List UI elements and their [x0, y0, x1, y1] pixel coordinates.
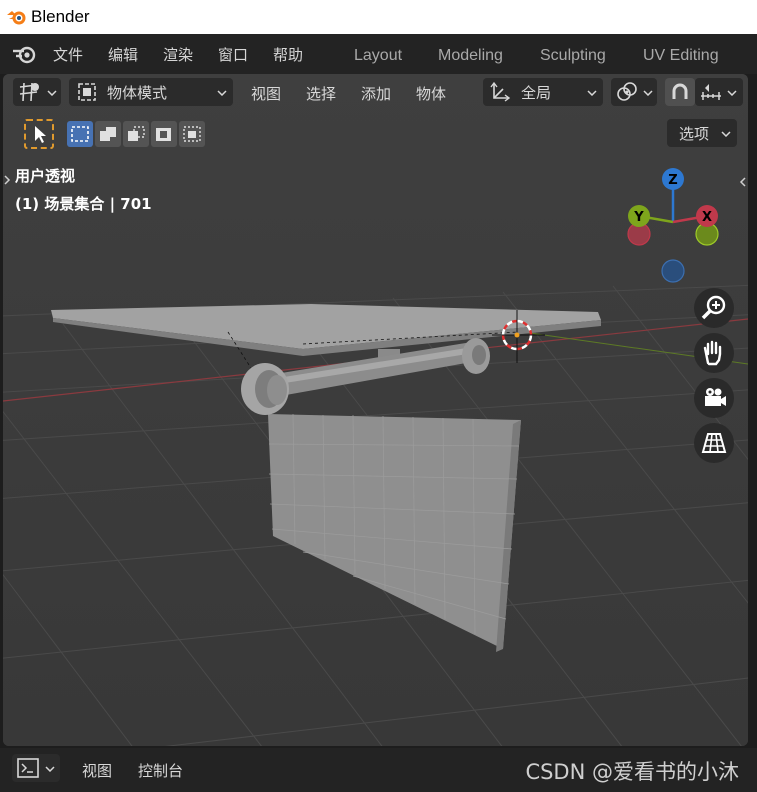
top-menubar: 文件 编辑 渲染 窗口 帮助 Layout Modeling Sculpting…	[0, 34, 757, 74]
chevron-down-icon	[587, 90, 597, 96]
options-label: 选项	[679, 125, 710, 143]
menu-object[interactable]: 物体	[416, 83, 446, 104]
gizmo-y-label: Y	[633, 210, 644, 225]
menu-select[interactable]: 选择	[306, 83, 336, 104]
mode-selector[interactable]: 物体模式	[69, 78, 233, 106]
3d-viewport[interactable]: 物体模式 视图 选择 添加 物体 全局 选项 用户透视 (1) 场景集合 | 7…	[3, 74, 748, 746]
viewport-editor-icon	[19, 82, 39, 102]
gizmo-x-axis[interactable]: X	[696, 205, 718, 227]
sidebar-expand-icon[interactable]	[739, 176, 747, 188]
chevron-down-icon	[643, 90, 653, 96]
snap-target-selector[interactable]	[695, 78, 743, 106]
select-mode-new-button[interactable]	[67, 121, 93, 147]
mode-label: 物体模式	[107, 84, 168, 102]
collection-info: (1) 场景集合 | 701	[15, 195, 152, 213]
gizmo-y-axis[interactable]: Y	[628, 205, 650, 227]
menu-window[interactable]: 窗口	[218, 44, 248, 65]
options-dropdown[interactable]: 选项	[667, 119, 737, 147]
console-bar: 视图 控制台 CSDN @爱看书的小沐	[0, 748, 757, 792]
chevron-down-icon	[45, 766, 55, 772]
pan-button[interactable]	[694, 333, 734, 373]
csdn-watermark: CSDN @爱看书的小沐	[525, 760, 739, 784]
tab-sculpting[interactable]: Sculpting	[540, 47, 606, 65]
terminal-icon	[17, 758, 39, 778]
cursor-arrow-icon	[35, 126, 46, 143]
select-tool-button[interactable]	[24, 119, 54, 149]
menu-edit[interactable]: 编辑	[108, 44, 138, 65]
zoom-button[interactable]	[694, 288, 734, 328]
blender-logo-icon	[7, 11, 26, 25]
grid-perspective-icon	[701, 433, 727, 453]
select-new-icon	[71, 126, 89, 142]
gizmo-x-label: X	[702, 210, 712, 225]
gizmo-z-label: Z	[668, 173, 677, 188]
pivot-link-icon	[617, 82, 637, 101]
transform-orientation-selector[interactable]: 全局	[483, 78, 603, 106]
perspective-toggle-button[interactable]	[694, 423, 734, 463]
chevron-down-icon	[47, 90, 57, 96]
object-mode-icon	[78, 83, 96, 101]
select-mode-subtract-button[interactable]	[123, 121, 149, 147]
menu-file[interactable]: 文件	[53, 44, 83, 65]
pivot-point-selector[interactable]	[611, 78, 657, 106]
tab-layout[interactable]: Layout	[354, 47, 402, 65]
menu-render[interactable]: 渲染	[163, 44, 193, 65]
menu-add[interactable]: 添加	[361, 83, 391, 104]
menu-help[interactable]: 帮助	[273, 44, 303, 65]
camera-view-button[interactable]	[694, 378, 734, 418]
navigation-gizmo[interactable]: Z Y X	[623, 164, 733, 294]
gizmo-z-axis[interactable]: Z	[662, 168, 684, 190]
chevron-down-icon	[727, 90, 737, 96]
menu-view[interactable]: 视图	[251, 83, 281, 104]
select-mode-extend-button[interactable]	[95, 121, 121, 147]
tab-modeling[interactable]: Modeling	[438, 47, 503, 65]
chevron-down-icon	[721, 131, 731, 137]
window-title: Blender	[31, 7, 90, 26]
editor-type-button[interactable]	[13, 78, 61, 106]
transform-orientation-icon	[490, 81, 511, 102]
console-menu-console[interactable]: 控制台	[138, 760, 183, 781]
select-extend-icon	[100, 127, 116, 141]
select-mode-intersect-button[interactable]	[179, 121, 205, 147]
select-subtract-icon	[128, 126, 145, 141]
zoom-magnifier-icon	[701, 295, 726, 320]
console-menu-view[interactable]: 视图	[82, 760, 112, 781]
window-titlebar: Blender	[0, 0, 757, 34]
camera-icon	[705, 388, 726, 406]
snap-toggle[interactable]	[665, 78, 695, 106]
snap-increment-icon	[701, 84, 721, 100]
orientation-label: 全局	[521, 84, 552, 102]
select-mode-invert-button[interactable]	[151, 121, 177, 147]
chevron-down-icon	[217, 90, 227, 96]
select-invert-icon	[156, 128, 171, 141]
view-name: 用户透视	[15, 167, 76, 185]
hand-icon	[703, 340, 722, 366]
console-editor-type-button[interactable]	[12, 754, 60, 782]
blender-menu-icon[interactable]	[12, 43, 38, 65]
magnet-icon	[672, 83, 688, 99]
toolbar-expand-icon[interactable]	[3, 174, 11, 186]
select-intersect-icon	[183, 126, 201, 142]
tab-uv-editing[interactable]: UV Editing	[643, 47, 719, 65]
